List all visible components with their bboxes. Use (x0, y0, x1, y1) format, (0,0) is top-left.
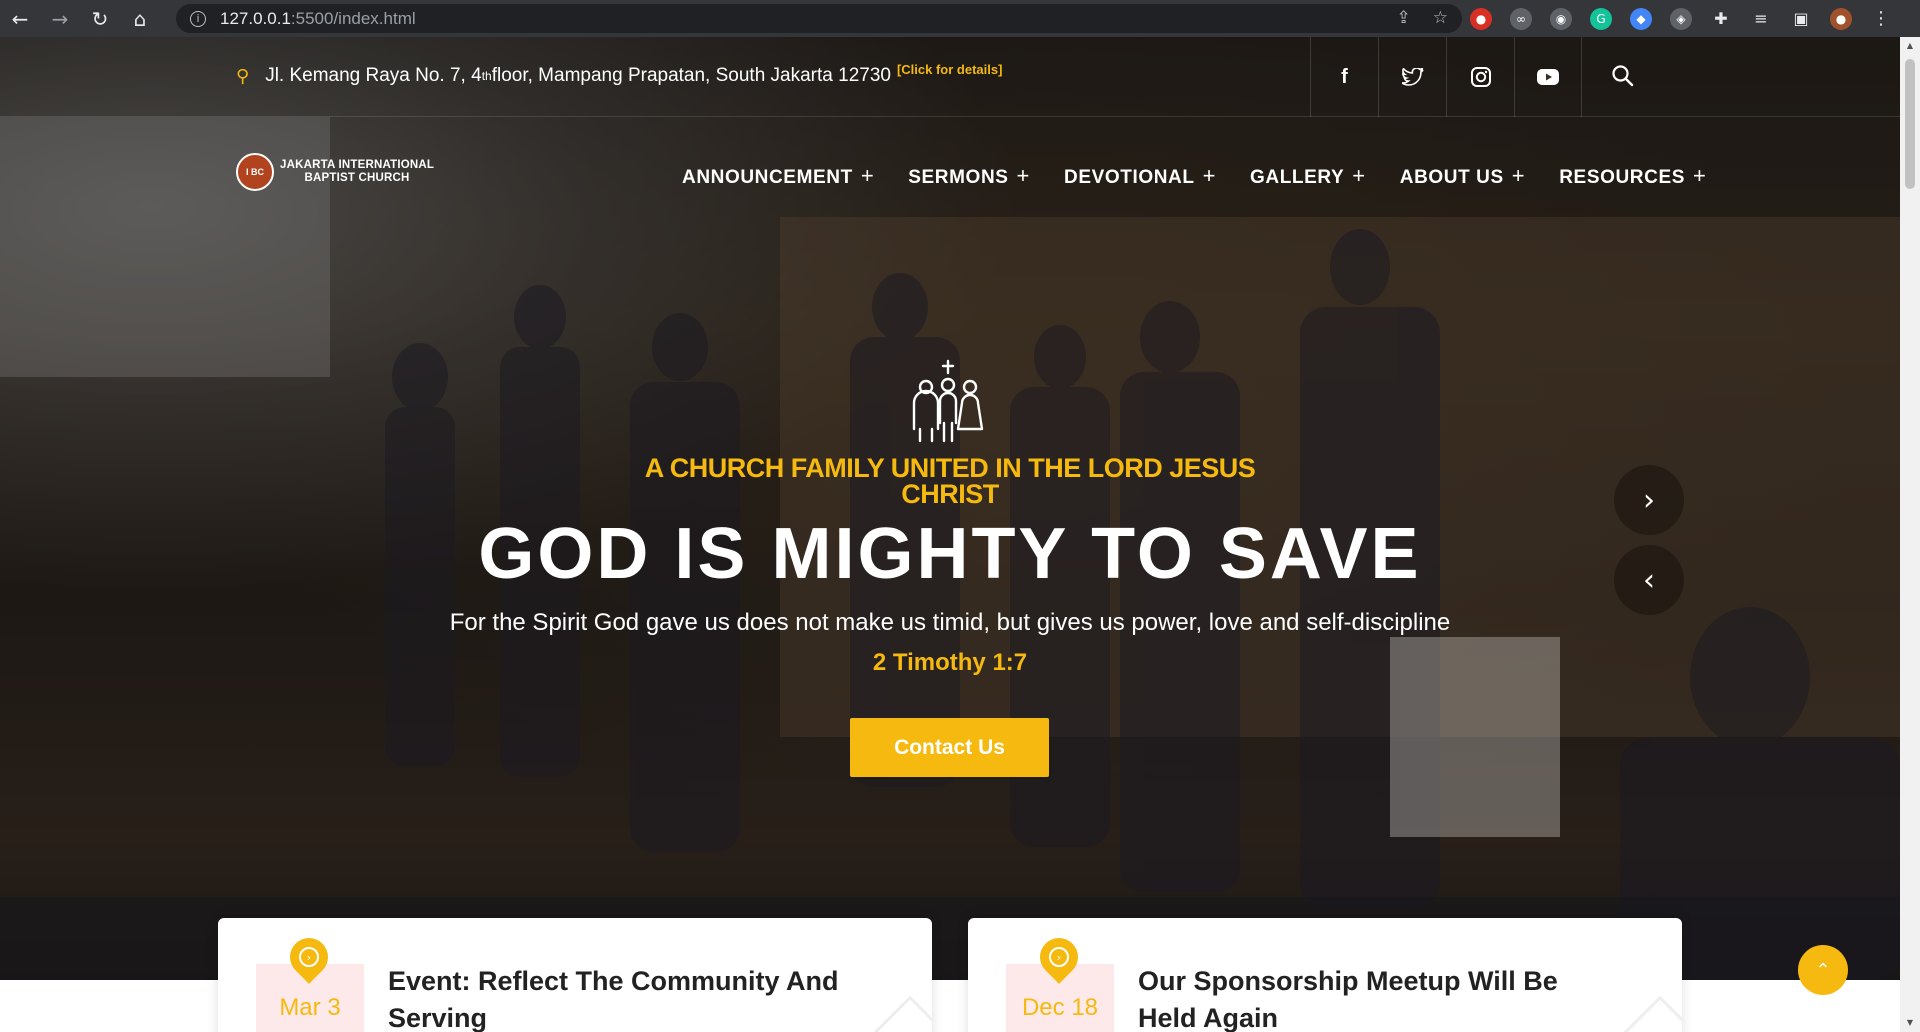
address-ordinal: th (481, 69, 492, 83)
extension-red-icon[interactable]: ● (1470, 7, 1492, 30)
youtube-icon[interactable] (1514, 37, 1582, 117)
forward-icon[interactable]: → (40, 0, 80, 37)
slider-next-button[interactable]: › (1614, 465, 1684, 535)
instagram-icon[interactable] (1446, 37, 1514, 117)
address-text-main: Jl. Kemang Raya No. 7, 4 (265, 65, 482, 86)
scrollbar-thumb[interactable] (1905, 59, 1915, 189)
clock-icon: › (1049, 947, 1069, 967)
address-text-rest: floor, Mampang Prapatan, South Jakarta 1… (491, 65, 891, 86)
event-card[interactable]: Mar 3 › Event: Reflect The Community And… (218, 918, 932, 1032)
logo-name-line1: JAKARTA INTERNATIONAL (280, 159, 435, 171)
chevron-right-icon: › (1643, 482, 1655, 518)
home-icon[interactable]: ⌂ (120, 0, 160, 37)
nav-item-sermons[interactable]: SERMONS + (908, 163, 1030, 189)
nav-item-about-us[interactable]: ABOUT US + (1400, 163, 1525, 189)
nav-item-devotional[interactable]: DEVOTIONAL + (1064, 163, 1216, 189)
church-address[interactable]: ⚲ Jl. Kemang Raya No. 7, 4th floor, Mamp… (236, 62, 1002, 87)
extensions-bar: ● ∞ ◉ G ◆ ◈ ✚ ≡ ▣ ● ⋮ (1470, 0, 1892, 37)
chevron-up-icon: ⌃ (1815, 959, 1831, 981)
nav-label: RESOURCES (1559, 167, 1685, 188)
social-links: f (1310, 37, 1582, 117)
plus-icon: + (860, 163, 875, 188)
puzzle-icon[interactable]: ✚ (1710, 8, 1732, 30)
nav-label: ABOUT US (1399, 167, 1504, 188)
nav-item-resources[interactable]: RESOURCES + (1559, 163, 1706, 189)
back-to-top-button[interactable]: ⌃ (1798, 945, 1848, 995)
hero-headline: GOD IS MIGHTY TO SAVE (478, 514, 1422, 594)
church-family-icon (912, 359, 984, 443)
nav-label: SERMONS (908, 167, 1009, 188)
plus-icon: + (1693, 163, 1707, 188)
hero-verse-reference: 2 Timothy 1:7 (872, 649, 1028, 676)
web-page: ⚲ Jl. Kemang Raya No. 7, 4th floor, Mamp… (0, 37, 1900, 1032)
event-card[interactable]: Dec 18 › Our Sponsorship Meetup Will Be … (968, 918, 1682, 1032)
browser-toolbar: ← → ↻ ⌂ i 127.0.0.1:5500/index.html ⇪ ☆ … (0, 0, 1920, 37)
clock-icon: › (299, 947, 319, 967)
address-details-link[interactable]: [Click for details] (897, 62, 1002, 77)
event-title[interactable]: Our Sponsorship Meetup Will Be Held Agai… (1138, 963, 1618, 1032)
camera-icon[interactable]: ◉ (1550, 7, 1572, 30)
nav-item-gallery[interactable]: GALLERY + (1250, 163, 1366, 189)
extension-glasses-icon[interactable]: ∞ (1510, 7, 1532, 30)
nav-label: ANNOUNCEMENT (682, 167, 853, 188)
scroll-up-arrow-icon[interactable]: ▲ (1905, 41, 1915, 51)
nav-label: GALLERY (1250, 167, 1345, 188)
logo-name: JAKARTA INTERNATIONAL BAPTIST CHURCH (280, 159, 434, 185)
extension-colorful-icon[interactable]: ◆ (1630, 7, 1652, 30)
church-logo[interactable]: I BC JAKARTA INTERNATIONAL BAPTIST CHURC… (236, 153, 434, 191)
plus-icon: + (1202, 163, 1217, 188)
watermark-icon (867, 995, 932, 1032)
url-path: :5500/index.html (290, 8, 416, 28)
share-icon[interactable]: ⇪ (1397, 8, 1411, 28)
scroll-down-arrow-icon[interactable]: ▼ (1905, 1018, 1915, 1028)
url-host: 127.0.0.1 (220, 8, 291, 28)
plus-icon: + (1511, 163, 1526, 188)
back-icon[interactable]: ← (0, 0, 40, 37)
search-icon[interactable] (1610, 63, 1636, 89)
profile-avatar[interactable]: ● (1830, 7, 1852, 30)
media-icon[interactable]: ≡ (1750, 8, 1772, 30)
site-info-icon[interactable]: i (190, 10, 206, 27)
plus-icon: + (1016, 163, 1030, 188)
main-navigation: ANNOUNCEMENT + SERMONS + DEVOTIONAL + GALLE… (682, 163, 1706, 189)
chevron-left-icon: ‹ (1643, 562, 1655, 598)
nav-item-announcement[interactable]: ANNOUNCEMENT + (682, 163, 874, 189)
hero-verse: For the Spirit God gave us does not make… (449, 609, 1451, 636)
nav-label: DEVOTIONAL (1064, 167, 1195, 188)
slider-prev-button[interactable]: ‹ (1614, 545, 1684, 615)
menu-kebab-icon[interactable]: ⋮ (1870, 8, 1892, 30)
contact-us-button[interactable]: Contact Us (850, 718, 1049, 777)
grammarly-icon[interactable]: G (1590, 7, 1612, 30)
side-panel-icon[interactable]: ▣ (1790, 8, 1812, 30)
facebook-icon[interactable]: f (1310, 37, 1378, 117)
logo-seal: I BC (236, 153, 274, 191)
hero-tagline: A CHURCH FAMILY UNITED IN THE LORD JESUS… (644, 453, 1256, 509)
reload-icon[interactable]: ↻ (80, 0, 120, 37)
map-pin-icon: ⚲ (236, 65, 250, 87)
top-info-bar: ⚲ Jl. Kemang Raya No. 7, 4th floor, Mamp… (0, 37, 1900, 117)
shield-icon[interactable]: ◈ (1670, 7, 1692, 30)
address-bar[interactable]: i 127.0.0.1:5500/index.html ⇪ ☆ (176, 4, 1462, 33)
event-title[interactable]: Event: Reflect The Community And Serving (388, 963, 868, 1032)
bookmark-star-icon[interactable]: ☆ (1433, 8, 1448, 28)
watermark-icon (1617, 995, 1682, 1032)
logo-name-line2: BAPTIST CHURCH (304, 172, 410, 184)
twitter-icon[interactable] (1378, 37, 1446, 117)
page-scrollbar[interactable]: ▲ ▼ (1900, 37, 1920, 1032)
plus-icon: + (1352, 163, 1366, 188)
